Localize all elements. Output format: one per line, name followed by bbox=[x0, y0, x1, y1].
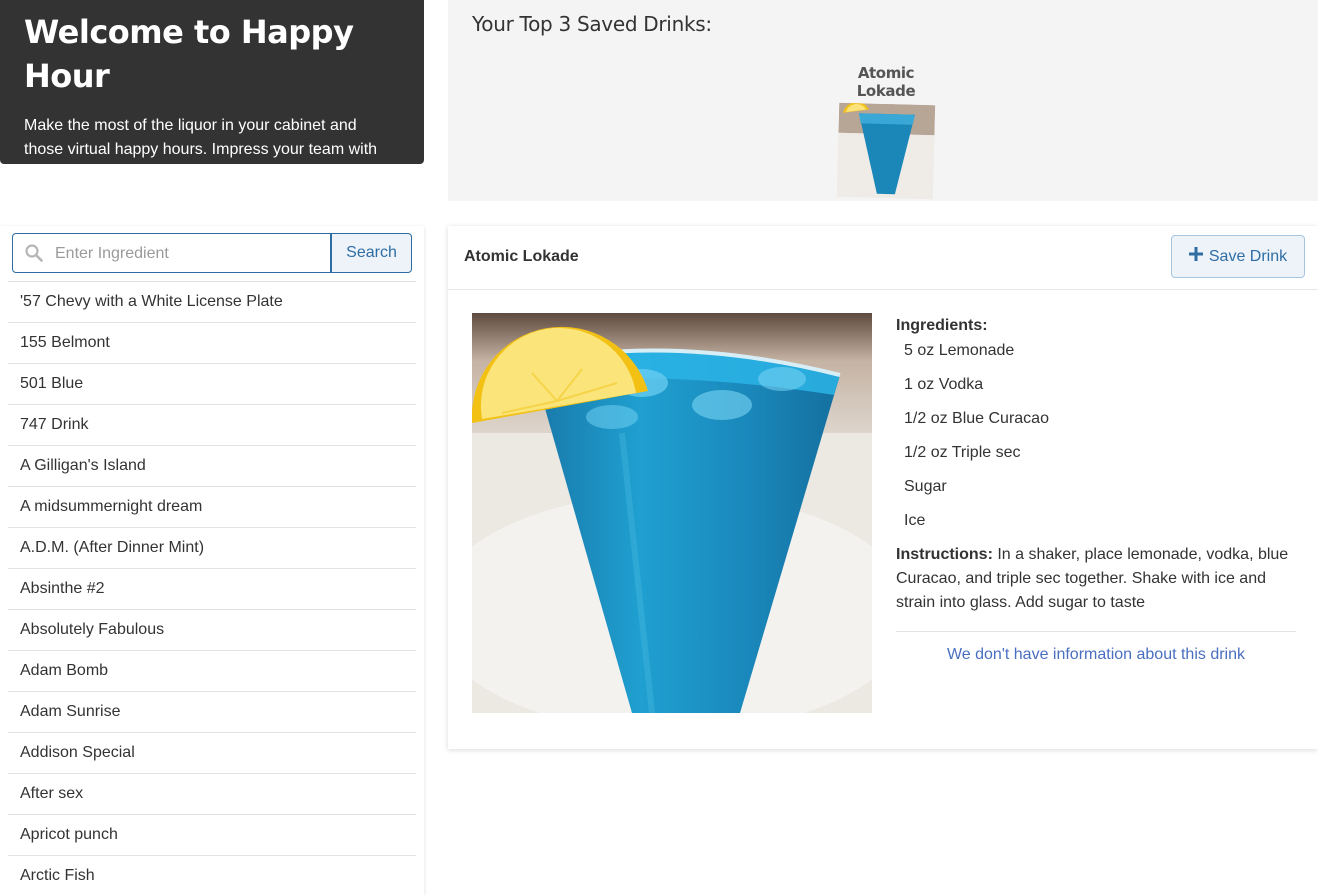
drink-list-item[interactable]: Adam Bomb bbox=[8, 651, 416, 692]
instructions: Instructions: In a shaker, place lemonad… bbox=[896, 543, 1296, 615]
search-field-wrapper[interactable] bbox=[12, 233, 331, 273]
drink-title: Atomic Lokade bbox=[464, 248, 579, 265]
saved-drink-thumbnail[interactable] bbox=[836, 102, 936, 200]
hero-text: Make the most of the liquor in your cabi… bbox=[24, 117, 378, 182]
save-drink-button[interactable]: Save Drink bbox=[1171, 235, 1305, 278]
divider bbox=[896, 631, 1296, 632]
top-saved-panel: Your Top 3 Saved Drinks: Atomic Lokade bbox=[448, 0, 1318, 201]
drink-list-item[interactable]: Arctic Fish bbox=[8, 856, 416, 895]
drink-list-item[interactable]: '57 Chevy with a White License Plate bbox=[8, 282, 416, 323]
drink-list-item[interactable]: 155 Belmont bbox=[8, 323, 416, 364]
drink-details: Ingredients: 5 oz Lemonade 1 oz Vodka 1/2 … bbox=[896, 313, 1296, 664]
search-button[interactable]: Search bbox=[331, 233, 412, 273]
drink-list-item[interactable]: Adam Sunrise bbox=[8, 692, 416, 733]
drink-sidebar: Search '57 Chevy with a White License Pl… bbox=[0, 226, 424, 895]
hero-banner: Welcome to Happy Hour Make the most of t… bbox=[0, 0, 424, 182]
card-header: Atomic Lokade Save Drink bbox=[448, 226, 1318, 290]
saved-drink-name: Atomic Lokade bbox=[856, 64, 916, 100]
drink-detail-card: Atomic Lokade Save Drink Ingredients: 5 … bbox=[448, 226, 1318, 749]
ingredient-item: Ice bbox=[904, 512, 926, 529]
drink-list-item[interactable]: 747 Drink bbox=[8, 405, 416, 446]
no-info-link[interactable]: We don't have information about this dri… bbox=[896, 646, 1296, 664]
drink-list-item[interactable]: After sex bbox=[8, 774, 416, 815]
drink-list-item[interactable]: Addison Special bbox=[8, 733, 416, 774]
drink-list-item[interactable]: A Gilligan's Island bbox=[8, 446, 416, 487]
drink-list-item[interactable]: A midsummernight dream bbox=[8, 487, 416, 528]
ingredients-list: 5 oz Lemonade 1 oz Vodka 1/2 oz Blue Curac… bbox=[896, 337, 1296, 547]
drink-list: '57 Chevy with a White License Plate 155 … bbox=[8, 281, 416, 895]
drink-list-item[interactable]: Absolutely Fabulous bbox=[8, 610, 416, 651]
plus-icon bbox=[1188, 247, 1203, 266]
top-saved-heading: Your Top 3 Saved Drinks: bbox=[472, 12, 712, 36]
hero-title: Welcome to Happy Hour bbox=[24, 13, 354, 95]
instructions-label: Instructions: bbox=[896, 546, 993, 563]
search-icon bbox=[25, 244, 43, 267]
save-drink-label: Save Drink bbox=[1208, 247, 1288, 265]
drink-list-item[interactable]: A.D.M. (After Dinner Mint) bbox=[8, 528, 416, 569]
drink-list-item[interactable]: Apricot punch bbox=[8, 815, 416, 856]
search-bar: Search bbox=[12, 233, 412, 273]
drink-photo bbox=[472, 313, 872, 713]
drink-list-item[interactable]: 501 Blue bbox=[8, 364, 416, 405]
drink-list-item[interactable]: Absinthe #2 bbox=[8, 569, 416, 610]
saved-drink-item[interactable]: Atomic Lokade bbox=[828, 64, 944, 200]
ingredients-label: Ingredients: bbox=[896, 317, 988, 334]
ingredient-search-input[interactable] bbox=[53, 240, 325, 268]
